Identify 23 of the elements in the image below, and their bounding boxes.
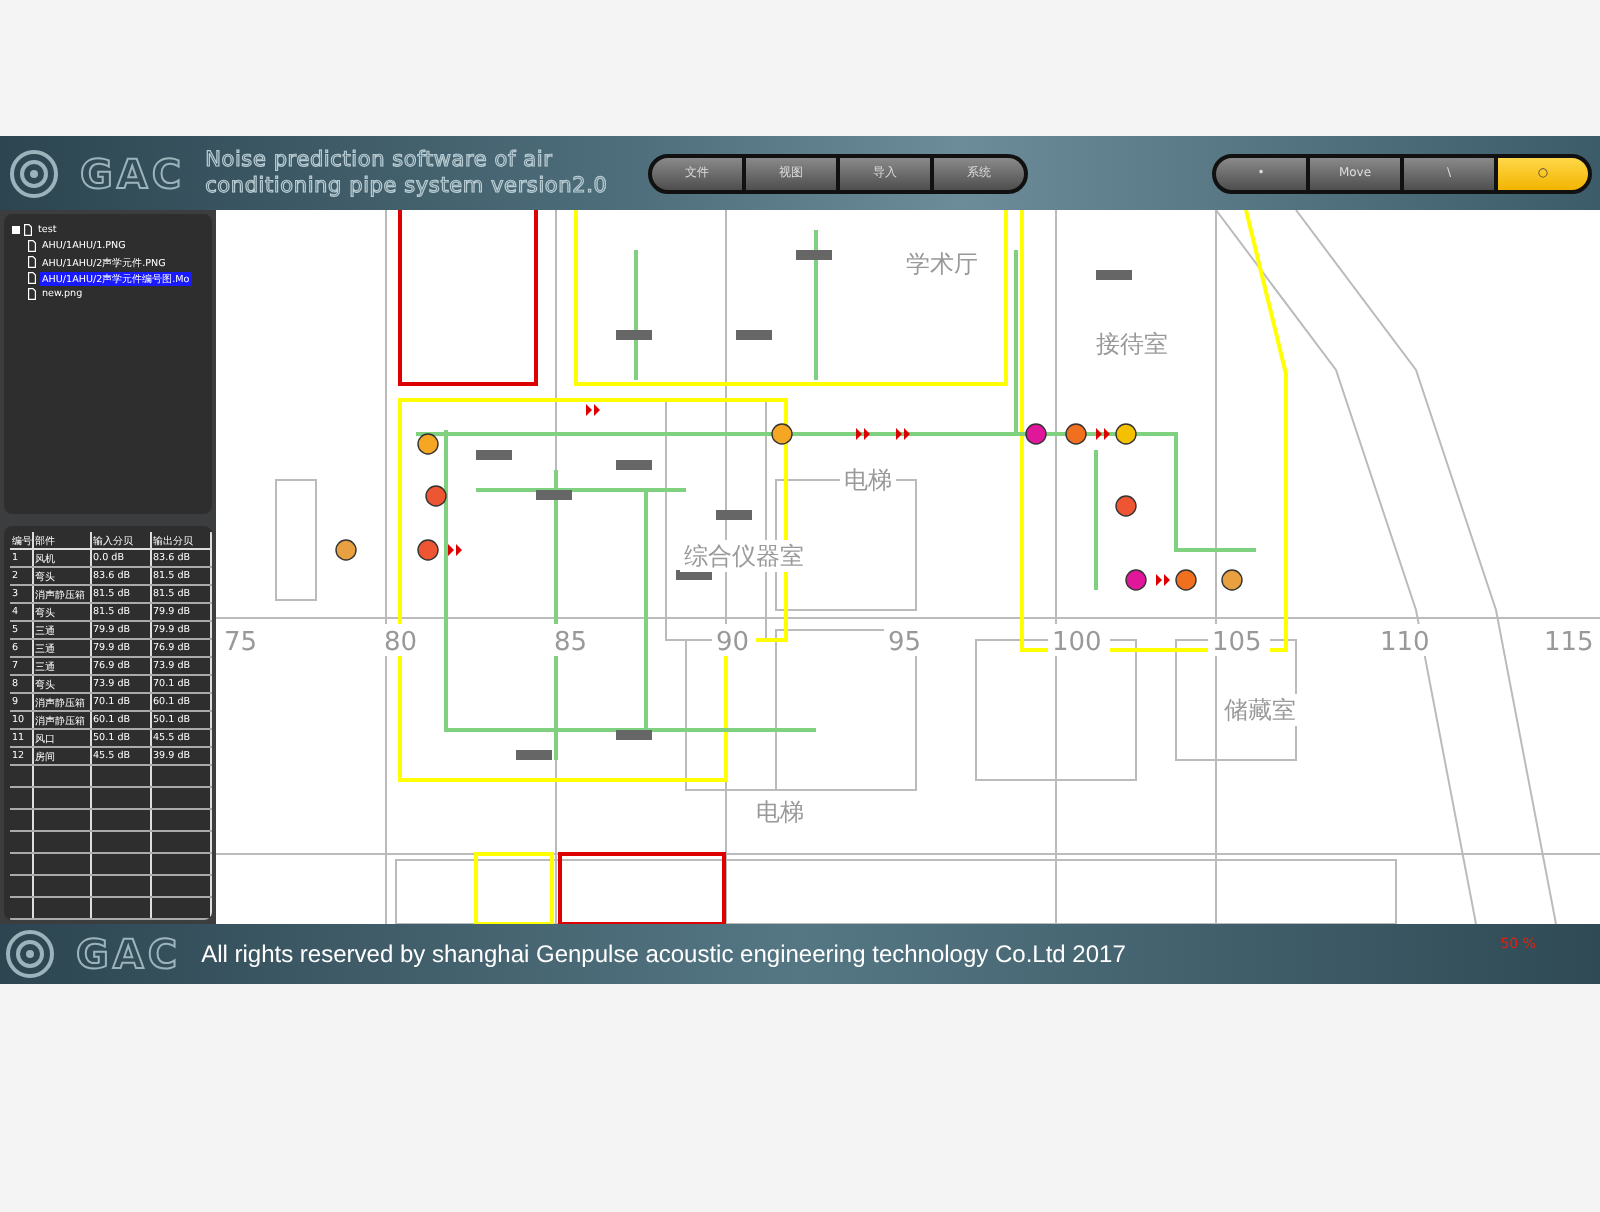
axis-label: 90 bbox=[716, 628, 750, 658]
tree-toggle-icon[interactable] bbox=[12, 226, 20, 234]
copyright-text: All rights reserved by shanghai Genpulse acoustic engineering technology Co.Ltd 2017 bbox=[201, 940, 1126, 968]
axis-label: 80 bbox=[384, 628, 418, 658]
logo: GAC bbox=[76, 934, 182, 974]
axis-label: 95 bbox=[888, 628, 922, 658]
room-label: 综合仪器室 bbox=[684, 542, 804, 570]
axis-label: 85 bbox=[554, 628, 588, 658]
room-label: 接待室 bbox=[1096, 330, 1168, 358]
axis-label: 110 bbox=[1380, 628, 1430, 658]
axis-label: 105 bbox=[1212, 628, 1262, 658]
axis-label: 115 bbox=[1544, 628, 1594, 658]
app-title: Noise prediction software of air bbox=[205, 147, 555, 173]
logo-icon bbox=[4, 928, 56, 980]
room-label: 电梯 bbox=[756, 798, 804, 826]
room-label: 学术厅 bbox=[906, 250, 978, 278]
room-label: 储藏室 bbox=[1224, 696, 1296, 724]
axis-label: 100 bbox=[1052, 628, 1102, 658]
app-title: conditioning pipe system version2.0 bbox=[205, 173, 608, 199]
room-label: 电梯 bbox=[844, 466, 892, 494]
axis-label: 75 bbox=[224, 628, 258, 658]
logo-icon bbox=[8, 147, 60, 199]
logo: GAC bbox=[80, 153, 186, 193]
